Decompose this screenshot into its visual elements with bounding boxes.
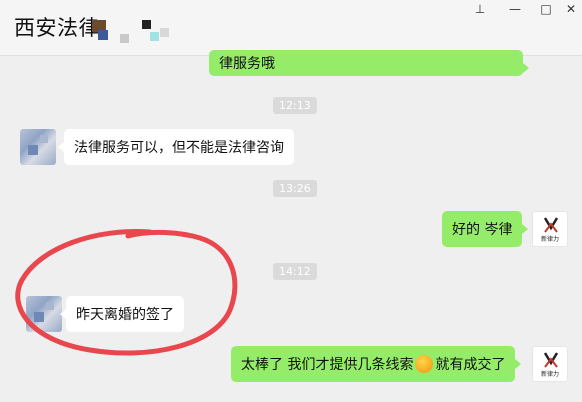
logo-text: 新律力 [540, 371, 559, 378]
message-text: 好的 岑律 [452, 222, 513, 238]
avatar-contact[interactable] [20, 129, 56, 165]
avatar-self[interactable]: 新律力 [532, 211, 568, 247]
message-bubble-incoming[interactable]: 法律服务可以，但不能是法律咨询 [58, 129, 294, 165]
message-bubble-outgoing[interactable]: 太棒了 我们才提供几条线索 就有成交了 [231, 346, 522, 382]
avatar-contact[interactable] [26, 296, 62, 332]
message-text: 就有成交了 [435, 357, 506, 373]
pin-icon[interactable]: ⊥ [473, 2, 487, 16]
thumbs-up-emoji-icon [415, 355, 434, 373]
message-bubble-outgoing[interactable]: 律服务哦 [209, 50, 529, 76]
title-bar: 西安法律 ⊥ — □ ✕ [0, 0, 582, 56]
obscured-name-block [150, 32, 159, 41]
message-text: 昨天离婚的签了 [76, 307, 174, 323]
message-text: 太棒了 我们才提供几条线索 [241, 357, 414, 373]
timestamp: 13:26 [273, 180, 317, 197]
message-bubble-incoming[interactable]: 昨天离婚的签了 [60, 296, 184, 332]
close-icon[interactable]: ✕ [564, 2, 578, 16]
message-text: 律服务哦 [219, 56, 275, 72]
obscured-name-block [98, 30, 108, 40]
avatar-self[interactable]: 新律力 [532, 346, 568, 382]
timestamp: 12:13 [273, 97, 317, 114]
maximize-icon[interactable]: □ [539, 2, 553, 16]
obscured-name-block [120, 34, 129, 43]
timestamp: 14:12 [273, 263, 317, 280]
obscured-name-block [142, 20, 151, 29]
logo-text: 新律力 [540, 236, 559, 243]
message-bubble-outgoing[interactable]: 好的 岑律 [442, 211, 529, 247]
chat-title: 西安法律 [14, 16, 100, 40]
chat-area: 律服务哦 12:13 法律服务可以，但不能是法律咨询 13:26 好的 岑律 新… [0, 50, 582, 402]
obscured-name-block [160, 28, 169, 37]
minimize-icon[interactable]: — [508, 2, 522, 16]
message-text: 法律服务可以，但不能是法律咨询 [74, 140, 284, 156]
